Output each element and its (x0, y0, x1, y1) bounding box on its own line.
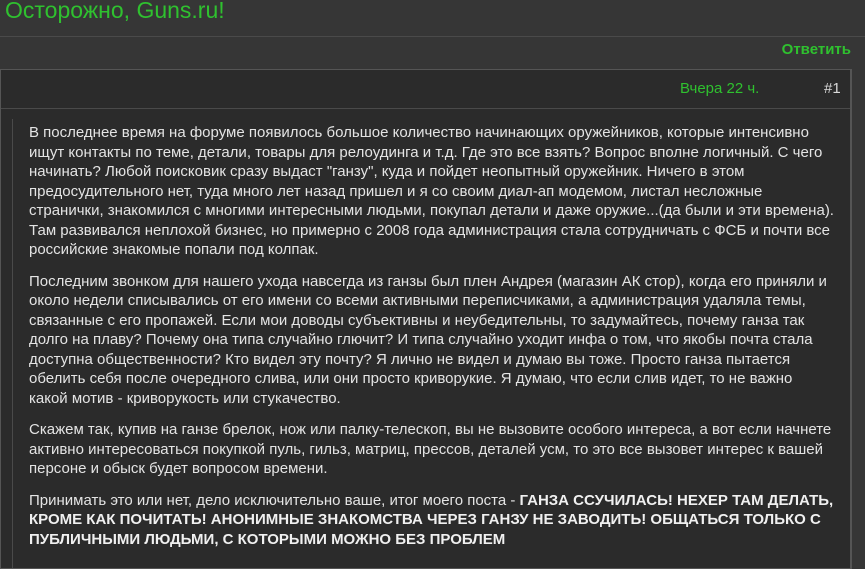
forum-title: Осторожно, Guns.ru! (5, 0, 225, 23)
post-conclusion-text: Принимать это или нет, дело исключительн… (29, 491, 520, 509)
post-paragraph-3: Скажем так, купив на ганзе брелок, нож и… (29, 421, 832, 477)
post-body: В последнее время на форуме появилось бо… (12, 119, 850, 568)
post-number[interactable]: #1 (824, 80, 841, 97)
post-paragraph-4: Принимать это или нет, дело исключительн… (29, 491, 834, 550)
reply-button[interactable]: Ответить (782, 41, 851, 58)
header-divider (0, 36, 865, 37)
post: Вчера 22 ч. #1 В последнее время на фору… (0, 69, 852, 569)
post-date[interactable]: Вчера 22 ч. (680, 80, 759, 97)
post-paragraph-1: В последнее время на форуме появилось бо… (29, 124, 834, 258)
post-paragraph-2: Последним звонком для нашего ухода навсе… (29, 272, 827, 407)
post-header: Вчера 22 ч. #1 (1, 70, 850, 109)
